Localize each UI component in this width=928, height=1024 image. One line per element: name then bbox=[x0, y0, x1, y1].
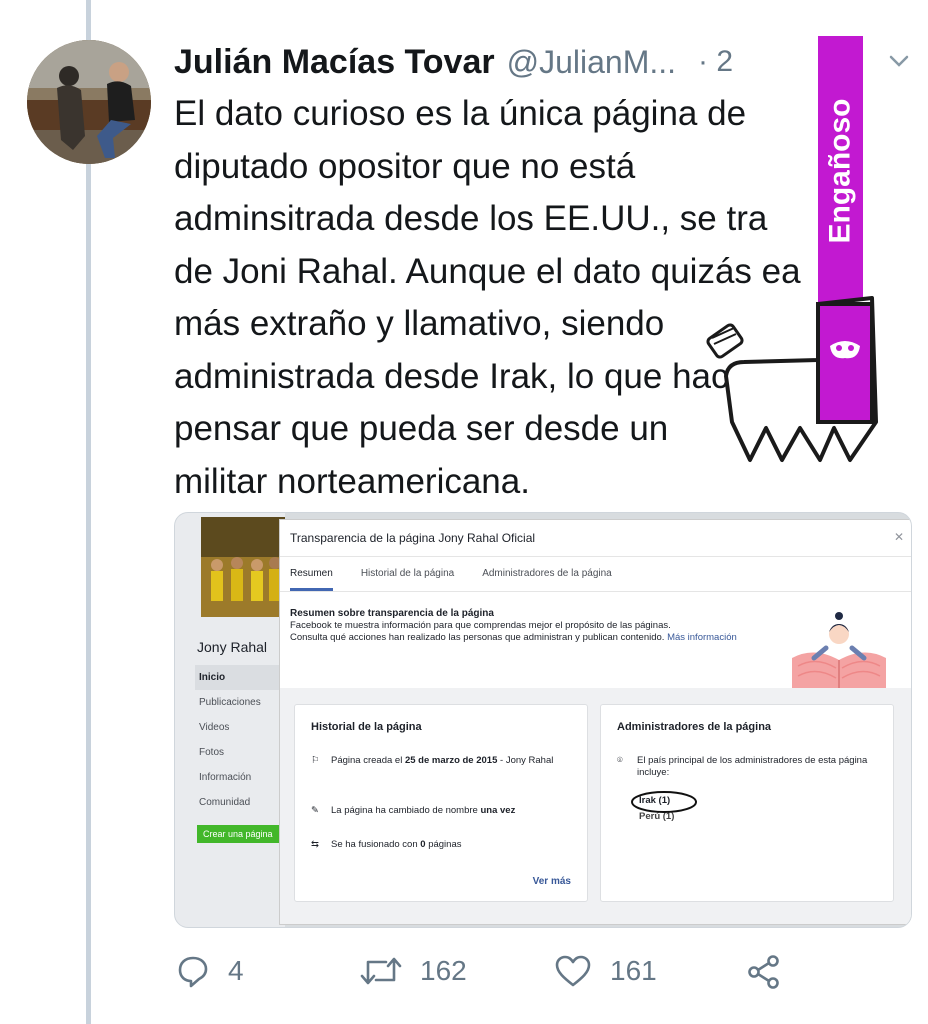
fact-check-label: Engañoso bbox=[818, 36, 863, 306]
tweet-line: diputado opositor que no está bbox=[174, 146, 636, 186]
tab-administradores[interactable]: Administradores de la página bbox=[482, 557, 612, 591]
nav-item-publicaciones[interactable]: Publicaciones bbox=[195, 690, 285, 715]
tab-historial[interactable]: Historial de la página bbox=[361, 557, 454, 591]
nav-item-fotos[interactable]: Fotos bbox=[195, 740, 285, 765]
nav-item-informacion[interactable]: Información bbox=[195, 765, 285, 790]
nav-item-videos[interactable]: Videos bbox=[195, 715, 285, 740]
modal-tabs: Resumen Historial de la página Administr… bbox=[280, 557, 911, 592]
share-button[interactable] bbox=[746, 954, 800, 990]
circle-highlight bbox=[631, 791, 697, 813]
mask-mascot-icon bbox=[706, 296, 878, 462]
like-button[interactable]: 161 bbox=[554, 954, 657, 988]
admins-panel: Administradores de la página ⌾ El país p… bbox=[600, 704, 894, 902]
share-icon bbox=[748, 955, 779, 989]
retweet-icon bbox=[360, 957, 402, 985]
summary-text: Facebook te muestra información para que… bbox=[290, 620, 671, 631]
nav-item-inicio[interactable]: Inicio bbox=[195, 665, 285, 690]
tweet-line: El dato curioso es la única página de bbox=[174, 94, 747, 133]
page-cover-photo bbox=[201, 517, 285, 617]
page-nav: Inicio Publicaciones Videos Fotos Inform… bbox=[195, 665, 285, 815]
merged-count: 0 bbox=[420, 839, 426, 850]
nav-item-comunidad[interactable]: Comunidad bbox=[195, 790, 285, 815]
admins-row: ⌾ El país principal de los administrador… bbox=[617, 755, 879, 779]
location-pin-icon: ⌾ bbox=[617, 755, 623, 766]
summary-title: Resumen sobre transparencia de la página bbox=[290, 608, 494, 619]
embedded-screenshot[interactable]: Jony Rahal Inicio Publicaciones Videos F… bbox=[174, 512, 912, 928]
chevron-down-icon[interactable] bbox=[884, 46, 914, 76]
merged-prefix: Se ha fusionado con bbox=[331, 839, 418, 850]
merged-row: ⇆ Se ha fusionado con 0 páginas bbox=[311, 839, 571, 851]
more-info-link[interactable]: Más información bbox=[667, 632, 737, 643]
reply-count: 4 bbox=[228, 955, 244, 986]
create-page-button[interactable]: Crear una página bbox=[197, 825, 285, 843]
retweet-count: 162 bbox=[420, 955, 467, 986]
flag-icon: ⚐ bbox=[311, 755, 320, 766]
merge-icon: ⇆ bbox=[311, 839, 319, 850]
name-change-row: ✎ La página ha cambiado de nombre una ve… bbox=[311, 805, 571, 817]
tweet-actions: 4 162 161 bbox=[0, 948, 928, 1000]
history-title: Historial de la página bbox=[311, 721, 422, 733]
reply-icon bbox=[178, 956, 208, 988]
summary-section: Resumen sobre transparencia de la página… bbox=[290, 608, 760, 644]
close-icon[interactable]: ✕ bbox=[894, 530, 904, 544]
heart-icon bbox=[555, 955, 591, 987]
edit-icon: ✎ bbox=[311, 805, 319, 816]
admins-title: Administradores de la página bbox=[617, 721, 772, 733]
details-area: Historial de la página ⚐ Página creada e… bbox=[280, 688, 911, 924]
created-suffix: - Jony Rahal bbox=[500, 755, 554, 766]
page-name[interactable]: Jony Rahal bbox=[197, 639, 267, 655]
avatar[interactable] bbox=[27, 40, 151, 164]
created-prefix: Página creada el bbox=[331, 755, 403, 766]
tweet-header: Julián Macías Tovar @JulianM... · 2 bbox=[174, 40, 733, 84]
merged-suffix: páginas bbox=[428, 839, 462, 850]
created-date: 25 de marzo de 2015 bbox=[404, 755, 498, 766]
name-change-prefix: La página ha cambiado de nombre bbox=[331, 805, 478, 816]
admins-text: El país principal de los administradores… bbox=[637, 755, 868, 778]
see-more-link[interactable]: Ver más bbox=[533, 876, 571, 887]
reply-button[interactable]: 4 bbox=[176, 954, 244, 988]
fact-check-label-text: Engañoso bbox=[823, 98, 857, 244]
author-handle[interactable]: @JulianM... bbox=[507, 44, 676, 81]
summary-text: Consulta qué acciones han realizado las … bbox=[290, 632, 665, 643]
retweet-button[interactable]: 162 bbox=[360, 954, 467, 988]
history-panel: Historial de la página ⚐ Página creada e… bbox=[294, 704, 588, 902]
created-row: ⚐ Página creada el 25 de marzo de 2015 -… bbox=[311, 755, 571, 767]
tweet-line: adminsitrada desde los EE.UU., se tra bbox=[174, 199, 768, 238]
modal-header: Transparencia de la página Jony Rahal Of… bbox=[280, 520, 911, 557]
facebook-sidebar: Jony Rahal Inicio Publicaciones Videos F… bbox=[175, 513, 285, 927]
modal-title: Transparencia de la página Jony Rahal Of… bbox=[290, 531, 536, 545]
tab-resumen[interactable]: Resumen bbox=[290, 557, 333, 591]
transparency-modal: Transparencia de la página Jony Rahal Of… bbox=[279, 519, 911, 925]
reading-person-illustration bbox=[792, 612, 886, 698]
like-count: 161 bbox=[610, 955, 657, 986]
name-change-count: una vez bbox=[480, 805, 516, 816]
tweet-time[interactable]: · 2 bbox=[698, 45, 733, 79]
author-name[interactable]: Julián Macías Tovar bbox=[174, 43, 495, 82]
